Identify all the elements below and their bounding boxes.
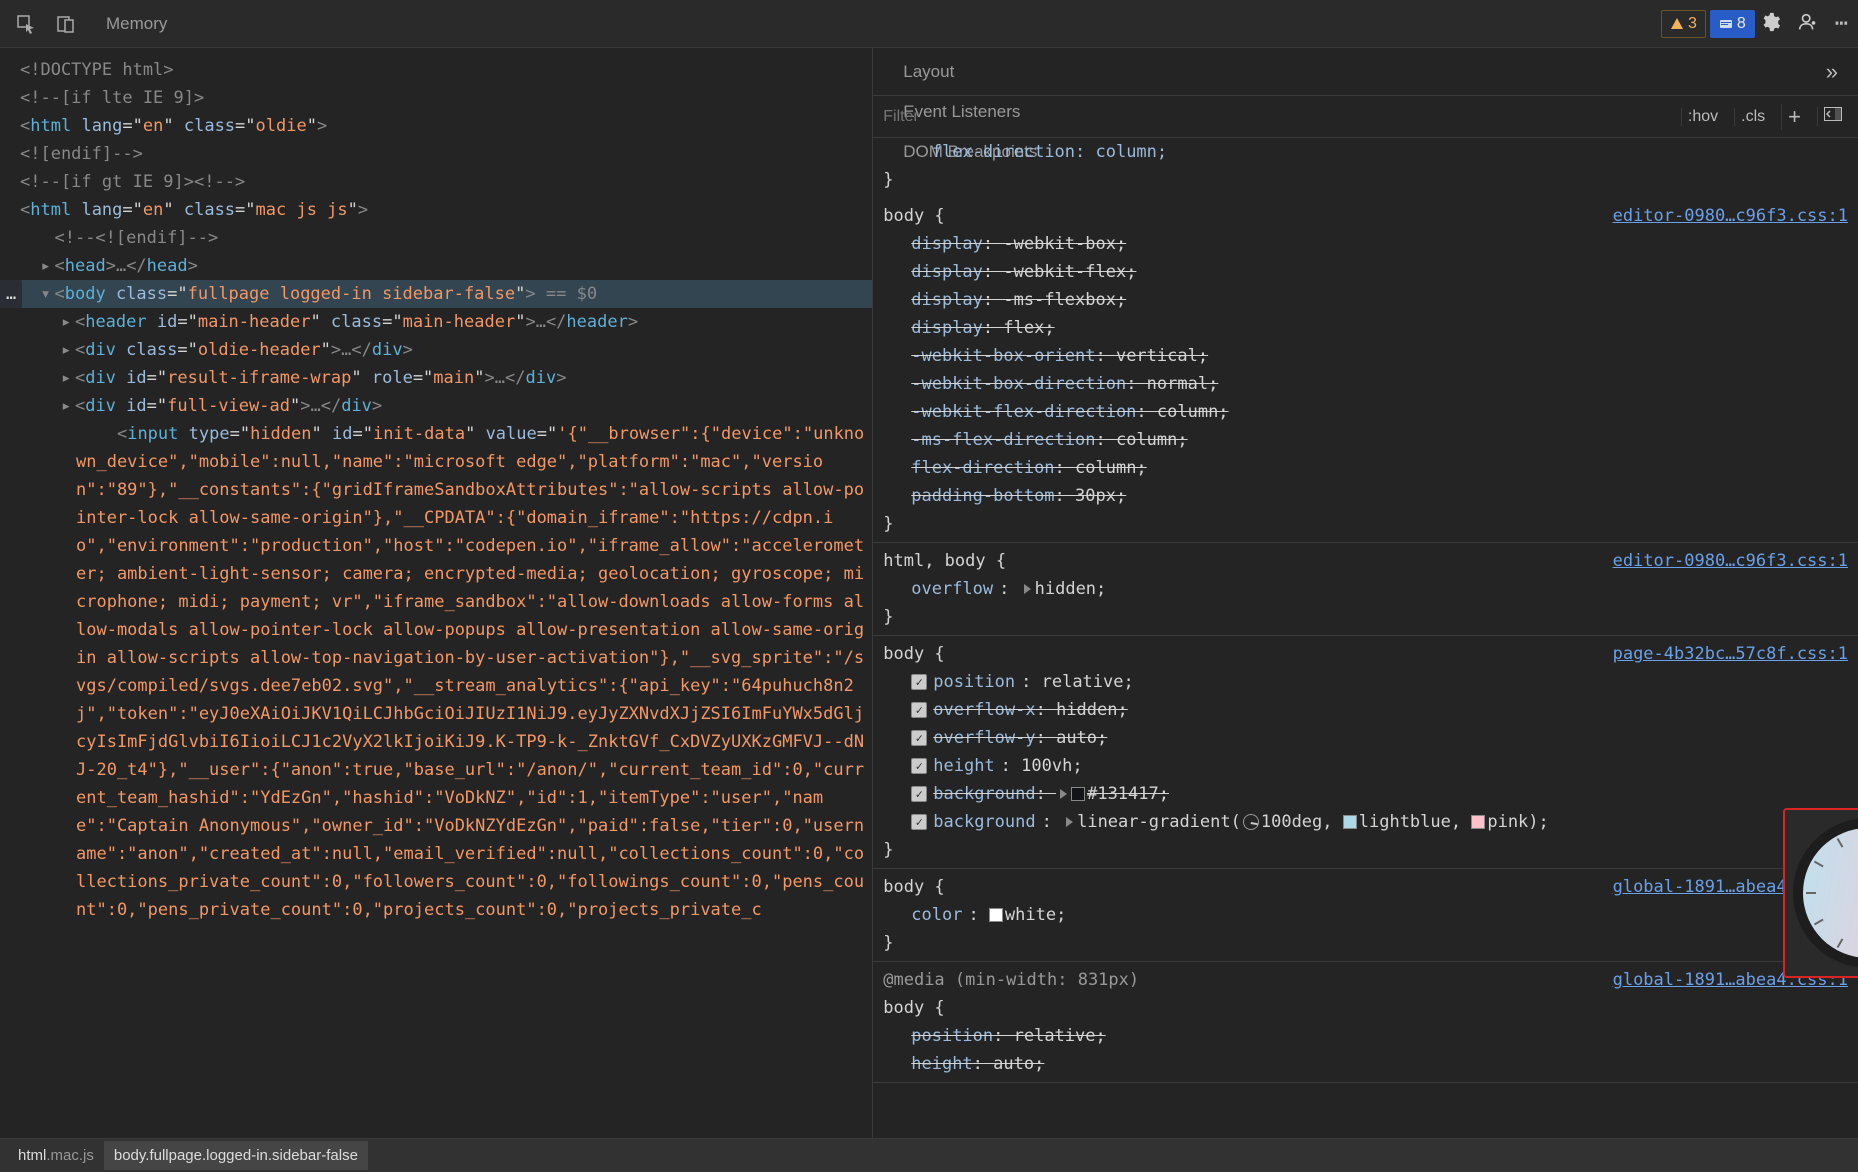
color-swatch[interactable] [1343,815,1357,829]
dom-line[interactable]: <![endif]--> [20,140,872,168]
dom-line[interactable]: <html lang="en" class="oldie"> [20,112,872,140]
dom-line[interactable]: <!--<![endif]--> [20,224,872,252]
source-link[interactable]: editor-0980…c96f3.css:1 [1613,202,1848,230]
style-declaration[interactable]: display: -webkit-box; [883,230,1848,258]
more-tabs-icon[interactable]: » [1816,53,1848,91]
dom-line[interactable]: <!DOCTYPE html> [20,56,872,84]
hov-toggle[interactable]: :hov [1681,108,1724,126]
dom-line[interactable]: <html lang="en" class="mac js js"> [20,196,872,224]
toggle-checkbox[interactable]: ✓ [911,730,927,746]
toggle-checkbox[interactable]: ✓ [911,758,927,774]
elements-tree-panel: <!DOCTYPE html><!--[if lte IE 9]><html l… [0,48,873,1138]
errors-count: 8 [1737,15,1746,33]
expand-triangle-icon[interactable] [1024,584,1031,594]
style-declaration[interactable]: display: -webkit-flex; [883,258,1848,286]
expand-triangle-icon[interactable] [1060,789,1067,799]
style-declaration[interactable]: position: relative; [883,1022,1848,1050]
toggle-sidebar-icon[interactable] [1817,107,1848,126]
style-declaration[interactable]: -webkit-box-direction: normal; [883,370,1848,398]
styles-tab-layout[interactable]: Layout [883,52,1057,92]
breadcrumb-item[interactable]: body.fullpage.logged-in.sidebar-false [104,1141,368,1170]
dom-line[interactable]: ▸<div id="full-view-ad">…</div> [20,392,872,420]
tab-memory[interactable]: Memory [88,2,221,46]
elements-breadcrumb: html.mac.jsbody.fullpage.logged-in.sideb… [0,1138,1858,1172]
style-declaration[interactable]: ✓background: #131417; [883,780,1848,808]
source-link[interactable]: editor-0980…c96f3.css:1 [1613,547,1848,575]
device-toolbar-icon[interactable] [48,6,84,42]
dom-line[interactable]: ▸<header id="main-header" class="main-he… [20,308,872,336]
dom-line[interactable]: <input type="hidden" id="init-data" valu… [20,420,872,924]
style-declaration[interactable]: ✓position: relative; [883,668,1848,696]
warnings-count: 3 [1688,15,1697,33]
style-declaration[interactable]: height: auto; [883,1050,1848,1078]
style-rule[interactable]: body {editor-0980…c96f3.css:1display: -w… [873,198,1858,543]
dom-line[interactable]: ▸<head>…</head> [20,252,872,280]
expand-triangle-icon[interactable] [1066,817,1073,827]
new-style-rule-button[interactable]: + [1781,104,1807,130]
inspect-element-icon[interactable] [8,6,44,42]
style-declaration[interactable]: -webkit-box-orient: vertical; [883,342,1848,370]
angle-picker-popup[interactable] [1783,808,1858,978]
styles-panel: StylesComputedLayoutEvent ListenersDOM B… [873,48,1858,1138]
settings-gear-icon[interactable] [1759,11,1781,37]
toggle-checkbox[interactable]: ✓ [911,674,927,690]
dom-tree[interactable]: <!DOCTYPE html><!--[if lte IE 9]><html l… [0,48,872,924]
color-swatch[interactable] [1471,815,1485,829]
account-icon[interactable] [1797,11,1819,37]
style-rule[interactable]: body {page-4b32bc…57c8f.css:1✓position: … [873,636,1858,869]
style-declaration[interactable]: ✓overflow-x: hidden; [883,696,1848,724]
dom-line[interactable]: <!--[if lte IE 9]> [20,84,872,112]
dom-line[interactable]: ▸<div class="oldie-header">…</div> [20,336,872,364]
styles-tab-bar: StylesComputedLayoutEvent ListenersDOM B… [873,48,1858,96]
style-rule[interactable]: body {global-1891…abea4.css:1color: whit… [873,869,1858,962]
dom-line[interactable]: <!--[if gt IE 9]><!--> [20,168,872,196]
angle-swatch-icon[interactable] [1243,814,1259,830]
styles-filter-bar: :hov .cls + [873,96,1858,138]
style-declaration[interactable]: -webkit-flex-direction: column; [883,398,1848,426]
style-declaration[interactable]: ✓background: linear-gradient(100deg, lig… [883,808,1848,836]
style-rule[interactable]: @media (min-width: 831px)body {global-18… [873,962,1858,1083]
style-declaration[interactable]: color: white; [883,901,1848,929]
cls-toggle[interactable]: .cls [1734,108,1771,126]
color-swatch[interactable] [1071,787,1085,801]
style-declaration[interactable]: flex-direction: column; [883,454,1848,482]
source-link[interactable]: page-4b32bc…57c8f.css:1 [1613,640,1848,668]
errors-badge[interactable]: 8 [1710,10,1755,38]
style-declaration[interactable]: display: flex; [883,314,1848,342]
style-declaration[interactable]: -ms-flex-direction: column; [883,426,1848,454]
dom-line[interactable]: … ▾<body class="fullpage logged-in sideb… [20,280,872,308]
style-declaration[interactable]: padding-bottom: 30px; [883,482,1848,510]
more-vertical-icon[interactable]: ⋯ [1835,11,1850,36]
style-declaration[interactable]: overflow: hidden; [883,575,1848,603]
style-declaration[interactable]: ✓height: 100vh; [883,752,1848,780]
breadcrumb-item[interactable]: html.mac.js [8,1141,104,1170]
style-rule-fragment: flex-direction: column; } [873,138,1858,198]
toggle-checkbox[interactable]: ✓ [911,814,927,830]
style-rules-list[interactable]: flex-direction: column; } body {editor-0… [873,138,1858,1138]
angle-clock-face[interactable] [1803,828,1858,958]
dom-line[interactable]: ▸<div id="result-iframe-wrap" role="main… [20,364,872,392]
devtools-tab-bar: ElementsConsoleSourcesPerformanceMemoryA… [0,0,1858,48]
style-declaration[interactable]: ✓overflow-y: auto; [883,724,1848,752]
toggle-checkbox[interactable]: ✓ [911,702,927,718]
style-rule[interactable]: html, body {editor-0980…c96f3.css:1overf… [873,543,1858,636]
style-declaration[interactable]: display: -ms-flexbox; [883,286,1848,314]
toggle-checkbox[interactable]: ✓ [911,786,927,802]
color-swatch[interactable] [989,908,1003,922]
warnings-badge[interactable]: 3 [1661,10,1706,38]
styles-filter-input[interactable] [883,108,1671,126]
